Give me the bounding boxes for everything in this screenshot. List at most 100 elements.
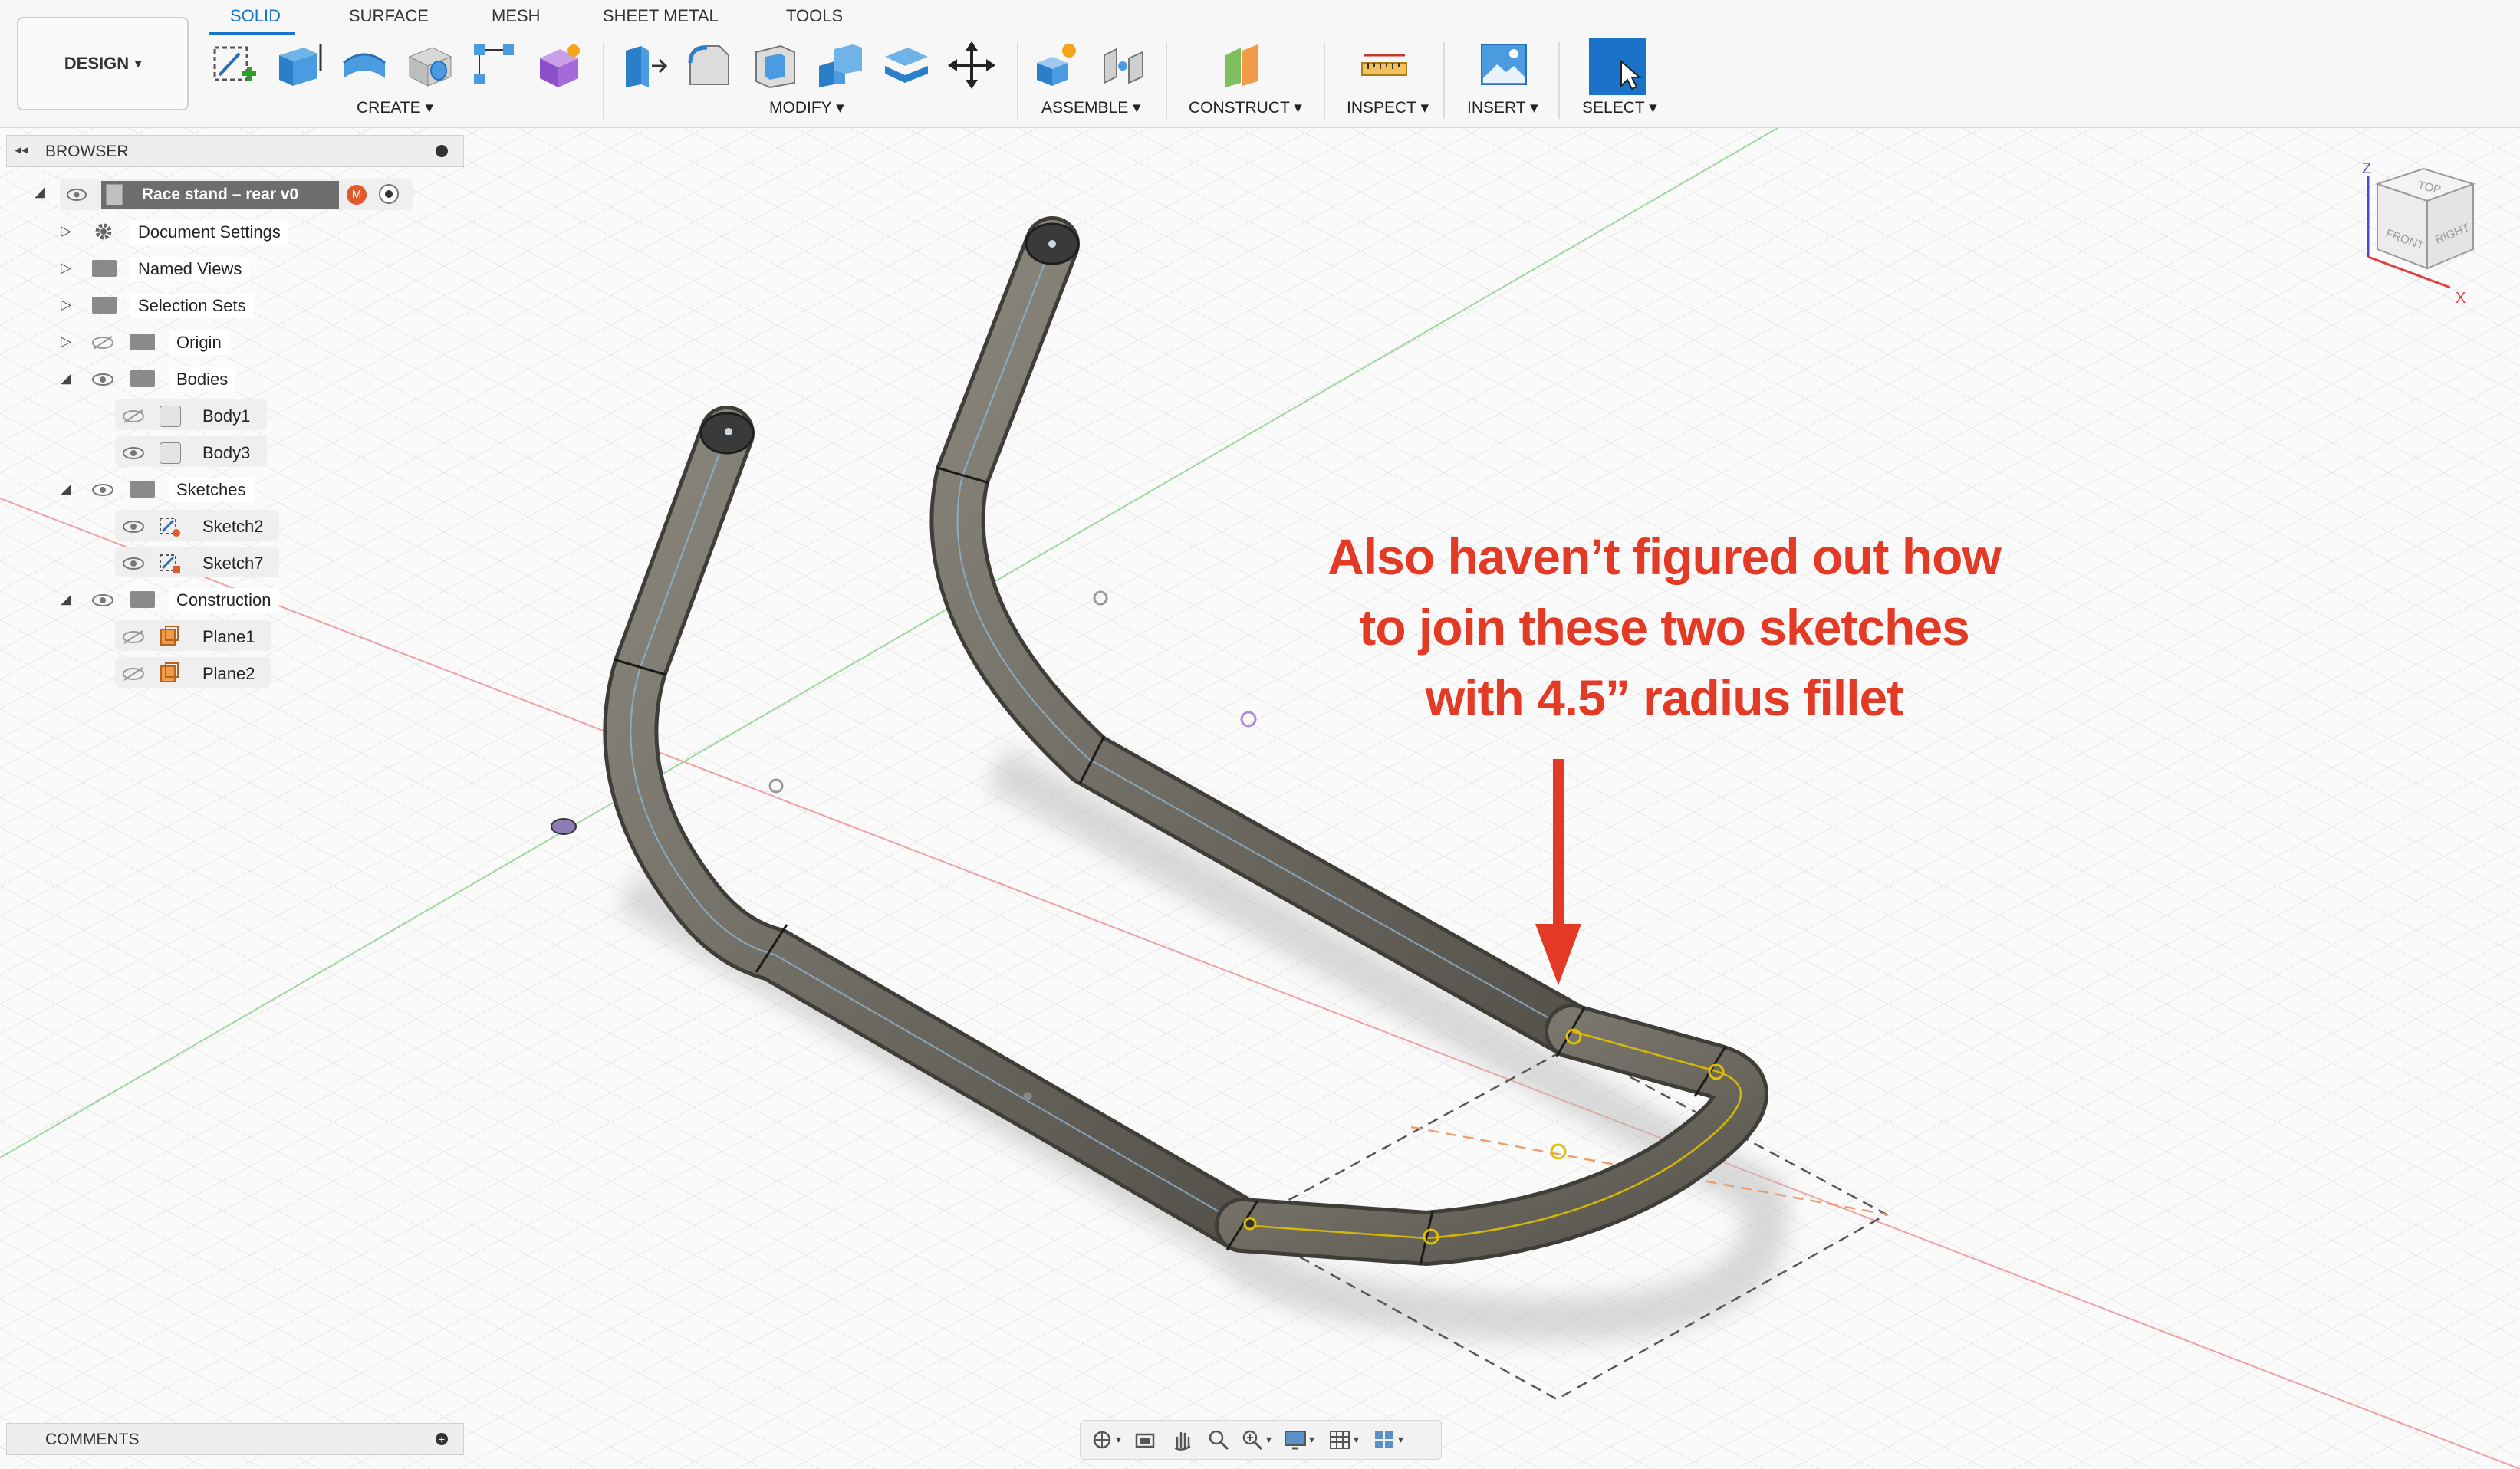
folder-icon [92,260,117,277]
display-caret-icon[interactable]: ▾ [1309,1433,1314,1446]
browser-panel-header[interactable]: ◂◂ BROWSER [6,135,464,167]
add-comment-icon[interactable]: + [436,1433,448,1445]
eye-icon[interactable] [66,187,87,202]
offset-plane-icon[interactable] [1221,40,1272,90]
press-pull-icon[interactable] [618,40,669,90]
select-icon[interactable] [1587,37,1647,97]
tree-label: Sketches [169,478,254,502]
document-file-icon [106,184,123,205]
orbit-icon[interactable] [1090,1428,1114,1451]
folder-icon [130,334,155,350]
shell-icon[interactable] [750,40,801,90]
tab-tools[interactable]: TOOLS [786,6,843,26]
construct-menu[interactable]: CONSTRUCT ▾ [1189,98,1302,117]
toolbar-divider [1324,42,1325,119]
split-face-icon[interactable] [880,40,931,90]
grid-settings-icon[interactable] [1327,1428,1352,1451]
combine-icon[interactable] [814,40,865,90]
orbit-caret-icon[interactable]: ▾ [1116,1433,1121,1446]
comments-title: COMMENTS [45,1431,140,1448]
select-menu[interactable]: SELECT ▾ [1582,98,1657,117]
tab-mesh[interactable]: MESH [492,6,541,26]
model-viewport[interactable] [0,0,2520,1469]
gear-icon [95,223,112,240]
annotation-line-1: Also haven’t figured out how [1327,528,2002,585]
create-menu[interactable]: CREATE ▾ [357,98,433,117]
eye-hidden-icon[interactable] [90,335,115,350]
eye-hidden-icon[interactable] [121,629,146,645]
eye-icon[interactable] [121,445,146,461]
joint-icon[interactable] [1098,40,1149,90]
tree-label: Sketch2 [202,517,264,536]
expand-arrow-icon[interactable]: ◢ [58,370,74,386]
expand-arrow-icon[interactable]: ▷ [58,260,74,275]
revolve-icon[interactable] [339,40,390,90]
tree-label: Selection Sets [130,294,254,318]
viewports-caret-icon[interactable]: ▾ [1398,1433,1403,1446]
plane-icon [160,626,179,646]
tab-surface[interactable]: SURFACE [349,6,429,26]
tree-label: Named Views [130,257,250,281]
panel-options-icon[interactable] [436,145,448,157]
fillet-icon[interactable] [684,40,735,90]
modify-menu[interactable]: MODIFY ▾ [769,98,844,117]
tab-sheet-metal[interactable]: SHEET METAL [603,6,719,26]
eye-hidden-icon[interactable] [121,666,146,682]
workspace-dropdown[interactable]: DESIGN ▾ [17,17,189,110]
eye-icon[interactable] [90,593,115,608]
extrude-icon[interactable] [273,40,324,90]
measure-icon[interactable] [1359,40,1410,90]
folder-icon [130,481,155,498]
toolbar-divider [1017,42,1018,119]
tree-label: Sketch7 [202,554,264,573]
zoom-caret-icon[interactable]: ▾ [1266,1433,1272,1446]
eye-icon[interactable] [121,556,146,571]
activate-radio-icon[interactable] [379,184,399,204]
insert-canvas-icon[interactable] [1479,40,1529,90]
tab-solid[interactable]: SOLID [230,6,281,26]
expand-arrow-icon[interactable]: ▷ [58,223,74,238]
expand-arrow-icon[interactable]: ▷ [58,334,74,349]
move-icon[interactable] [946,40,997,90]
hole-icon[interactable] [405,40,456,90]
expand-arrow-icon[interactable]: ◢ [58,481,74,496]
origin-marker[interactable] [551,818,577,835]
annotation-line-2: to join these two sketches [1359,599,1970,656]
zoom-icon[interactable] [1206,1428,1231,1451]
view-cube[interactable]: TOP FRONT RIGHT Z X [2331,153,2515,322]
assemble-menu[interactable]: ASSEMBLE ▾ [1041,98,1141,117]
expand-arrow-icon[interactable]: ▷ [58,297,74,312]
eye-icon[interactable] [90,482,115,498]
eye-icon[interactable] [90,372,115,387]
annotation-line-3: with 4.5” radius fillet [1425,669,1903,726]
fit-icon[interactable] [1240,1428,1265,1451]
comments-panel-header[interactable]: COMMENTS + [6,1423,464,1455]
create-sketch-icon[interactable] [209,40,259,90]
pattern-icon[interactable] [469,40,520,90]
form-icon[interactable] [534,40,584,90]
grid-caret-icon[interactable]: ▾ [1354,1433,1359,1446]
eye-icon[interactable] [121,519,146,534]
tree-label: Bodies [169,367,236,392]
insert-menu[interactable]: INSERT ▾ [1467,98,1538,117]
look-at-icon[interactable] [1133,1428,1157,1451]
sketch-icon [160,554,180,573]
owner-badge-icon: M [347,185,367,205]
toolbar-divider [603,42,604,119]
expand-arrow-icon[interactable]: ◢ [32,184,48,199]
expand-arrow-icon[interactable]: ◢ [58,591,74,606]
document-root-label[interactable]: Race stand – rear v0 [101,181,339,209]
annotation-text: Also haven’t figured out how to join the… [1296,521,2032,733]
tree-label: Plane2 [202,664,255,683]
axis-z-label: Z [2362,160,2371,177]
eye-hidden-icon[interactable] [121,409,146,424]
display-settings-icon[interactable] [1283,1428,1308,1451]
new-component-icon[interactable] [1032,40,1083,90]
inspect-menu[interactable]: INSPECT ▾ [1347,98,1429,117]
browser-title: BROWSER [45,143,129,160]
pan-icon[interactable] [1170,1428,1194,1451]
folder-icon [130,591,155,608]
viewports-icon[interactable] [1372,1428,1397,1451]
collapse-icon[interactable]: ◂◂ [15,142,28,158]
navigation-bar: ▾ ▾ ▾ ▾ ▾ [1080,1420,1442,1460]
